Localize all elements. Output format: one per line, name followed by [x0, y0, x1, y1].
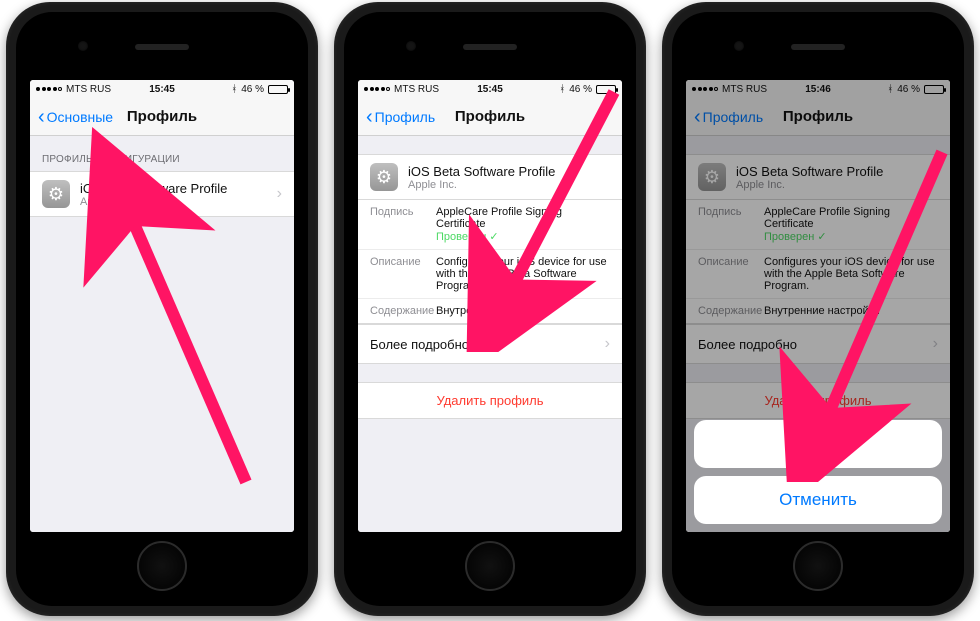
- row-signature: Подпись AppleCare Profile Signing Certif…: [358, 200, 622, 250]
- screen-3: MTS RUS 15:46 ᚼ 46 % ‹ Профиль Профиль: [686, 80, 950, 532]
- nav-bar: ‹ Основные Профиль: [30, 98, 294, 136]
- sheet-delete-button[interactable]: Удалить: [694, 420, 942, 468]
- section-header: ПРОФИЛЬ КОНФИГУРАЦИИ: [30, 136, 294, 171]
- profile-row[interactable]: ⚙ iOS Beta Software Profile Apple Inc. ›: [30, 171, 294, 217]
- row-contents: Содержание Внутренние настройки: [686, 299, 950, 324]
- description-value: Configures your iOS device for use with …: [764, 256, 938, 292]
- profile-title: iOS Beta Software Profile: [736, 164, 883, 179]
- status-bar: MTS RUS 15:45 ᚼ 46 %: [30, 80, 294, 98]
- battery-icon: [596, 85, 616, 94]
- clock: 15:45: [30, 84, 294, 95]
- more-label: Более подробно: [370, 337, 469, 352]
- status-bar: MTS RUS 15:45 ᚼ 46 %: [358, 80, 622, 98]
- profile-header-row: ⚙ iOS Beta Software Profile Apple Inc.: [358, 154, 622, 200]
- clock: 15:45: [358, 84, 622, 95]
- gear-icon: ⚙: [42, 180, 70, 208]
- status-bar: MTS RUS 15:46 ᚼ 46 %: [686, 80, 950, 98]
- battery-icon: [924, 85, 944, 94]
- sheet-cancel-button[interactable]: Отменить: [694, 476, 942, 524]
- contents-value: Внутренние настройки: [764, 305, 880, 317]
- phone-speaker: [463, 44, 517, 50]
- profile-header-row: ⚙ iOS Beta Software Profile Apple Inc.: [686, 154, 950, 200]
- more-label: Более подробно: [698, 337, 797, 352]
- phone-3: MTS RUS 15:46 ᚼ 46 % ‹ Профиль Профиль: [662, 2, 974, 616]
- row-description: Описание Configures your iOS device for …: [686, 250, 950, 299]
- phone-camera: [734, 41, 744, 51]
- delete-profile-button[interactable]: Удалить профиль: [358, 382, 622, 419]
- home-button[interactable]: [137, 541, 187, 591]
- action-sheet: Удалить Отменить: [694, 412, 942, 524]
- phone-camera: [78, 41, 88, 51]
- nav-bar: ‹ Профиль Профиль: [686, 98, 950, 136]
- gear-icon: ⚙: [370, 163, 398, 191]
- phone-speaker: [791, 44, 845, 50]
- phone-1: MTS RUS 15:45 ᚼ 46 % ‹ Основные Профиль …: [6, 2, 318, 616]
- profile-title: iOS Beta Software Profile: [80, 181, 227, 196]
- profile-sub: Apple Inc.: [408, 179, 555, 191]
- page-title: Профиль: [358, 108, 622, 125]
- screen-2: MTS RUS 15:45 ᚼ 46 % ‹ Профиль Профиль: [358, 80, 622, 532]
- page-title: Профиль: [686, 108, 950, 125]
- profile-sub: Apple Inc.: [736, 179, 883, 191]
- chevron-right-icon: ›: [277, 185, 282, 203]
- row-description: Описание Configures your iOS device for …: [358, 250, 622, 299]
- contents-value: Внутренние настройки: [436, 305, 552, 317]
- clock: 15:46: [686, 84, 950, 95]
- nav-bar: ‹ Профиль Профиль: [358, 98, 622, 136]
- verified-label: Проверен ✓: [764, 231, 827, 243]
- signature-value: AppleCare Profile Signing Certificate: [436, 206, 562, 230]
- battery-icon: [268, 85, 288, 94]
- description-value: Configures your iOS device for use with …: [436, 256, 610, 292]
- chevron-right-icon: ›: [933, 335, 938, 353]
- row-signature: Подпись AppleCare Profile Signing Certif…: [686, 200, 950, 250]
- phone-speaker: [135, 44, 189, 50]
- row-contents: Содержание Внутренние настройки: [358, 299, 622, 324]
- home-button[interactable]: [793, 541, 843, 591]
- home-button[interactable]: [465, 541, 515, 591]
- screen-1: MTS RUS 15:45 ᚼ 46 % ‹ Основные Профиль …: [30, 80, 294, 532]
- profile-title: iOS Beta Software Profile: [408, 164, 555, 179]
- more-details-button[interactable]: Более подробно ›: [358, 324, 622, 364]
- phone-camera: [406, 41, 416, 51]
- page-title: Профиль: [30, 108, 294, 125]
- signature-value: AppleCare Profile Signing Certificate: [764, 206, 890, 230]
- phone-2: MTS RUS 15:45 ᚼ 46 % ‹ Профиль Профиль: [334, 2, 646, 616]
- chevron-right-icon: ›: [605, 335, 610, 353]
- profile-sub: Apple Inc.: [80, 196, 227, 208]
- gear-icon: ⚙: [698, 163, 726, 191]
- more-details-button[interactable]: Более подробно ›: [686, 324, 950, 364]
- verified-label: Проверен ✓: [436, 231, 499, 243]
